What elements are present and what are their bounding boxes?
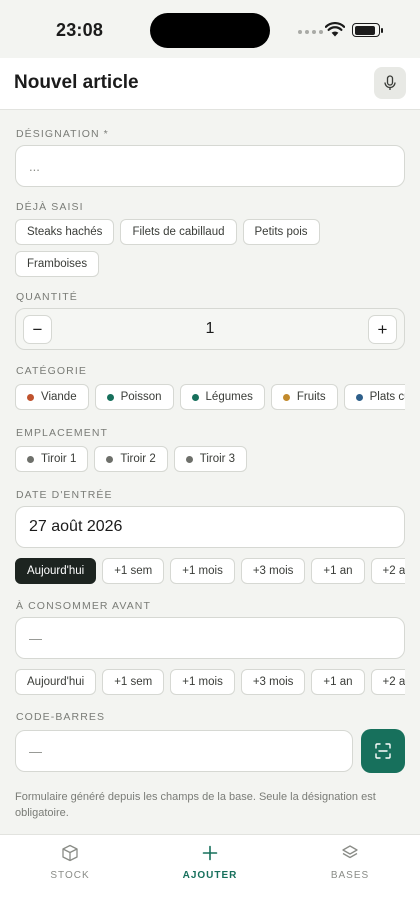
emplacement-label: EMPLACEMENT <box>16 427 109 439</box>
categorie-label: CATÉGORIE <box>16 365 87 377</box>
category-chip-poisson[interactable]: Poisson <box>94 384 174 410</box>
plus-icon <box>202 845 218 861</box>
preset-chip[interactable]: +3 mois <box>240 669 306 695</box>
preset-chip[interactable]: +1 mois <box>170 558 235 584</box>
category-dot-icon <box>106 393 114 401</box>
category-label: Poisson <box>120 391 162 403</box>
category-chip-legumes[interactable]: Légumes <box>179 384 265 410</box>
voice-input-button[interactable] <box>374 67 406 99</box>
suggestion-chip[interactable]: Filets de cabillaud <box>120 219 237 245</box>
consommer-avant-label: À CONSOMMER AVANT <box>16 600 151 612</box>
emplacement-chips: Tiroir 1 Tiroir 2 Tiroir 3 <box>15 446 248 472</box>
preset-chip[interactable]: +1 an <box>311 669 365 695</box>
cellular-signal-icon <box>298 30 323 34</box>
category-chip-viande[interactable]: Viande <box>15 384 89 410</box>
barcode-input[interactable]: — <box>15 730 353 772</box>
status-bar: 23:08 <box>0 0 420 58</box>
tab-bar: STOCK AJOUTER BASES <box>0 834 420 913</box>
scan-icon <box>375 743 391 759</box>
deja-saisi-label: DÉJÀ SAISI <box>16 201 84 213</box>
page-title: Nouvel article <box>14 72 139 93</box>
location-label: Tiroir 3 <box>199 453 236 465</box>
tab-label: STOCK <box>50 870 90 881</box>
location-label: Tiroir 2 <box>120 453 156 465</box>
consommer-presets: Aujourd'hui +1 sem +1 mois +3 mois +1 an… <box>15 669 405 695</box>
consommer-presets-scroller[interactable]: Aujourd'hui +1 sem +1 mois +3 mois +1 an… <box>0 669 405 699</box>
date-entree-input[interactable]: 27 août 2026 <box>15 506 405 548</box>
category-label: Viande <box>41 391 77 403</box>
tab-stock[interactable]: STOCK <box>20 843 120 881</box>
designation-label: DÉSIGNATION * <box>16 128 109 140</box>
designation-input[interactable]: ... <box>15 145 405 187</box>
box-icon <box>62 844 78 862</box>
suggestion-chip[interactable]: Framboises <box>15 251 100 277</box>
battery-icon <box>352 23 383 37</box>
suggestion-chip[interactable]: Steaks hachés <box>15 219 115 245</box>
location-dot-icon <box>185 455 193 463</box>
date-entree-presets: Aujourd'hui +1 sem +1 mois +3 mois +1 an… <box>15 558 405 584</box>
category-chip-fruits[interactable]: Fruits <box>270 384 338 410</box>
preset-chip[interactable]: +1 an <box>311 558 365 584</box>
code-barres-label: CODE-BARRES <box>16 711 106 723</box>
location-label: Tiroir 1 <box>41 453 77 465</box>
app-header: Nouvel article <box>0 58 420 110</box>
preset-chip[interactable]: +1 mois <box>170 669 235 695</box>
deja-saisi-row-2: Framboises <box>15 251 100 277</box>
category-dot-icon <box>282 393 290 401</box>
category-dot-icon <box>27 393 34 401</box>
category-dot-icon <box>191 393 199 401</box>
location-chip-tiroir-2[interactable]: Tiroir 2 <box>94 446 168 472</box>
tab-label: AJOUTER <box>182 870 238 881</box>
quantity-stepper: − 1 + <box>15 308 405 350</box>
preset-chip[interactable]: +1 sem <box>102 558 165 584</box>
tab-label: BASES <box>330 870 370 881</box>
location-dot-icon <box>106 455 114 463</box>
categorie-chips: Viande Poisson Légumes Fruits Plats cuis… <box>15 384 405 410</box>
increment-button[interactable]: + <box>368 315 397 344</box>
wifi-icon <box>325 22 345 37</box>
scan-barcode-button[interactable] <box>361 729 405 773</box>
tab-ajouter[interactable]: AJOUTER <box>160 843 260 881</box>
date-entree-label: DATE D'ENTRÉE <box>16 489 113 501</box>
category-label: Plats cuisinés <box>369 391 405 403</box>
category-chip-plats[interactable]: Plats cuisinés <box>343 384 405 410</box>
tab-bases[interactable]: BASES <box>300 843 400 881</box>
quantity-value: 1 <box>205 320 215 337</box>
deja-saisi-row-1: Steaks hachés Filets de cabillaud Petits… <box>15 219 320 245</box>
consommer-avant-input[interactable]: — <box>15 617 405 659</box>
location-chip-tiroir-3[interactable]: Tiroir 3 <box>173 446 248 472</box>
form-note: Formulaire généré depuis les champs de l… <box>15 791 376 819</box>
layers-icon <box>342 845 358 859</box>
preset-chip[interactable]: +2 ans <box>370 558 405 584</box>
location-chip-tiroir-1[interactable]: Tiroir 1 <box>15 446 89 472</box>
preset-chip-selected[interactable]: Aujourd'hui <box>15 558 97 584</box>
microphone-icon <box>384 75 396 90</box>
category-label: Légumes <box>205 391 253 403</box>
article-form: DÉSIGNATION * ... DÉJÀ SAISI Steaks hach… <box>0 111 420 834</box>
preset-chip[interactable]: +2 ans <box>370 669 405 695</box>
category-label: Fruits <box>296 391 326 403</box>
date-entree-presets-scroller[interactable]: Aujourd'hui +1 sem +1 mois +3 mois +1 an… <box>0 558 405 588</box>
quantite-label: QUANTITÉ <box>16 291 78 303</box>
preset-chip[interactable]: Aujourd'hui <box>15 669 97 695</box>
preset-chip[interactable]: +1 sem <box>102 669 165 695</box>
category-dot-icon <box>355 393 363 401</box>
preset-chip[interactable]: +3 mois <box>240 558 306 584</box>
status-time: 23:08 <box>56 20 104 40</box>
location-dot-icon <box>27 455 34 463</box>
categorie-scroller[interactable]: Viande Poisson Légumes Fruits Plats cuis… <box>0 384 405 414</box>
suggestion-chip[interactable]: Petits pois <box>242 219 320 245</box>
dynamic-island <box>150 13 270 48</box>
